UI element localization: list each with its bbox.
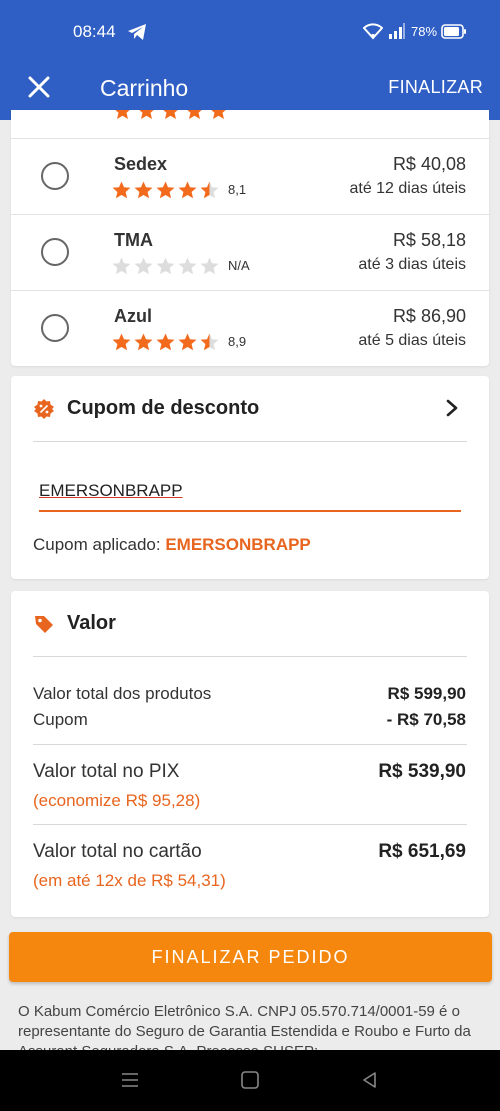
radio-sedex[interactable] bbox=[41, 162, 69, 190]
finalize-order-button[interactable]: FINALIZAR PEDIDO bbox=[9, 932, 492, 982]
star-icon bbox=[178, 181, 197, 199]
system-nav-bar bbox=[0, 1050, 500, 1111]
star-icon bbox=[200, 257, 219, 275]
shipping-eta: até 3 dias úteis bbox=[358, 256, 466, 273]
radio-tma[interactable] bbox=[41, 238, 69, 266]
shipping-option-sedex[interactable]: Sedex 8,1 R$ 40,08 até 12 dias úteis bbox=[11, 138, 489, 214]
shipping-price: R$ 40,08 bbox=[392, 154, 466, 174]
close-icon[interactable] bbox=[24, 72, 54, 102]
discount-badge-icon bbox=[34, 399, 54, 419]
app-bar: 08:44 78% Carrinho FINALIZAR bbox=[0, 0, 500, 120]
coupon-card: Cupom de desconto Cupom aplicado: EMERSO… bbox=[11, 376, 489, 579]
star-icon bbox=[134, 257, 153, 275]
home-icon[interactable] bbox=[239, 1070, 261, 1090]
price-tag-icon bbox=[35, 616, 53, 633]
legal-disclaimer: O Kabum Comércio Eletrônico S.A. CNPJ 05… bbox=[18, 1003, 471, 1050]
coupon-applied-code: EMERSONBRAPP bbox=[165, 535, 311, 554]
star-rating bbox=[112, 333, 219, 351]
star-icon bbox=[112, 333, 131, 351]
value-title: Valor bbox=[67, 612, 116, 634]
divider bbox=[33, 656, 467, 657]
back-icon[interactable] bbox=[359, 1070, 381, 1090]
coupon-input[interactable] bbox=[39, 474, 461, 512]
shipping-name: TMA bbox=[114, 230, 153, 250]
status-time: 08:44 bbox=[73, 22, 116, 41]
pix-savings-note: (economize R$ 95,28) bbox=[33, 791, 201, 810]
shipping-option-tma[interactable]: TMA N/A R$ 58,18 até 3 dias úteis bbox=[11, 214, 489, 290]
page-title: Carrinho bbox=[100, 75, 189, 101]
star-icon bbox=[178, 333, 197, 351]
coupon-applied-text: Cupom aplicado: EMERSONBRAPP bbox=[33, 535, 311, 555]
battery-icon bbox=[441, 24, 466, 39]
star-icon bbox=[178, 257, 197, 275]
card-total-value: R$ 651,69 bbox=[378, 841, 466, 862]
value-summary-card: Valor Valor total dos produtos R$ 599,90… bbox=[11, 591, 489, 917]
previous-option-stars bbox=[113, 110, 228, 122]
rating-value: 8,9 bbox=[228, 334, 247, 349]
radio-azul[interactable] bbox=[41, 314, 69, 342]
star-icon bbox=[200, 181, 219, 199]
shipping-option-azul[interactable]: Azul 8,9 R$ 86,90 até 5 dias úteis bbox=[11, 290, 489, 366]
installments-note: (em até 12x de R$ 54,31) bbox=[33, 871, 226, 890]
coupon-discount-label: Cupom bbox=[33, 710, 88, 729]
shipping-price: R$ 58,18 bbox=[392, 230, 466, 250]
shipping-eta: até 5 dias úteis bbox=[358, 332, 466, 349]
shipping-options-card: Sedex 8,1 R$ 40,08 até 12 dias úteis TMA bbox=[11, 110, 489, 366]
rating-value: 8,1 bbox=[228, 182, 247, 197]
recent-apps-icon[interactable] bbox=[119, 1070, 141, 1090]
pix-total-value: R$ 539,90 bbox=[378, 761, 466, 782]
divider bbox=[11, 290, 489, 291]
products-total-value: R$ 599,90 bbox=[387, 684, 466, 703]
star-icon bbox=[134, 333, 153, 351]
coupon-applied-label: Cupom aplicado: bbox=[33, 535, 161, 554]
telegram-icon bbox=[128, 24, 146, 40]
rating-value: N/A bbox=[228, 258, 250, 273]
finalize-link[interactable]: FINALIZAR bbox=[388, 77, 483, 98]
star-icon bbox=[112, 181, 131, 199]
chevron-right-icon[interactable] bbox=[443, 398, 461, 418]
divider bbox=[11, 214, 489, 215]
shipping-name: Sedex bbox=[114, 154, 168, 174]
card-total-label: Valor total no cartão bbox=[33, 841, 202, 862]
products-total-label: Valor total dos produtos bbox=[33, 684, 212, 703]
star-icon bbox=[134, 181, 153, 199]
star-rating bbox=[112, 181, 219, 199]
divider bbox=[33, 441, 467, 442]
star-icon bbox=[112, 257, 131, 275]
pix-total-label: Valor total no PIX bbox=[33, 761, 180, 782]
shipping-name: Azul bbox=[114, 306, 152, 326]
divider bbox=[33, 824, 467, 825]
divider bbox=[11, 138, 489, 139]
coupon-title: Cupom de desconto bbox=[67, 397, 260, 419]
shipping-eta: até 12 dias úteis bbox=[349, 180, 466, 197]
wifi-icon bbox=[363, 23, 383, 40]
battery-percent: 78% bbox=[411, 24, 438, 39]
signal-icon bbox=[389, 23, 405, 39]
status-bar: 08:44 78% bbox=[0, 0, 500, 62]
shipping-price: R$ 86,90 bbox=[392, 306, 466, 326]
coupon-discount-value: - R$ 70,58 bbox=[386, 710, 466, 729]
star-icon bbox=[156, 181, 175, 199]
star-icon bbox=[156, 333, 175, 351]
star-icon bbox=[156, 257, 175, 275]
star-icon bbox=[200, 333, 219, 351]
star-rating bbox=[112, 257, 219, 275]
divider bbox=[33, 744, 467, 745]
